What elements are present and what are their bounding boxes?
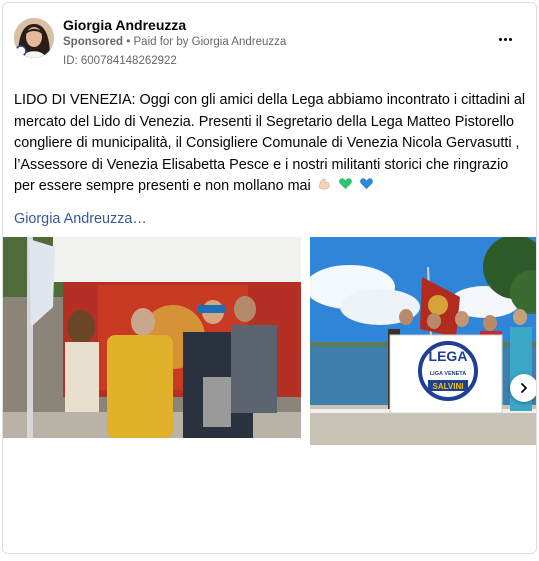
- more-options-button[interactable]: [493, 31, 517, 47]
- carousel-photo-1[interactable]: [3, 237, 301, 438]
- flag-photo-image: LEGA LIGA VENETA SALVINI: [310, 237, 536, 445]
- chevron-right-icon: [521, 383, 527, 393]
- salvini-text: SALVINI: [433, 382, 464, 391]
- blue-heart-icon: [359, 176, 374, 199]
- sponsored-label[interactable]: Sponsored: [63, 36, 123, 48]
- see-more-link[interactable]: Giorgia Andreuzza…: [14, 211, 147, 227]
- ad-id: ID: 600784148262922: [63, 55, 177, 67]
- paid-for-disclaimer[interactable]: Paid for by Giorgia Andreuzza: [134, 36, 287, 48]
- post-meta: Sponsored • Paid for by Giorgia Andreuzz…: [63, 36, 286, 48]
- market-photo-image: [3, 237, 301, 438]
- post-text-container: LIDO DI VENEZIA: Oggi con gli amici dell…: [14, 90, 529, 199]
- page-name[interactable]: Giorgia Andreuzza: [63, 17, 186, 33]
- liga-veneta-text: LIGA VENETA: [430, 371, 466, 377]
- more-dot-icon: [508, 37, 512, 41]
- post-text: LIDO DI VENEZIA: Oggi con gli amici dell…: [14, 92, 526, 194]
- carousel-next-button[interactable]: [510, 374, 536, 402]
- flexed-biceps-icon: [317, 176, 332, 199]
- carousel-photo-2[interactable]: LEGA LIGA VENETA SALVINI: [310, 237, 536, 445]
- avatar[interactable]: [14, 18, 54, 58]
- meta-separator: •: [126, 36, 131, 48]
- more-dot-icon: [503, 37, 507, 41]
- lega-text: LEGA: [429, 348, 468, 364]
- green-heart-icon: [338, 176, 353, 199]
- more-dot-icon: [498, 37, 502, 41]
- ad-card: Giorgia Andreuzza Sponsored • Paid for b…: [2, 2, 537, 554]
- avatar-image: [14, 18, 54, 58]
